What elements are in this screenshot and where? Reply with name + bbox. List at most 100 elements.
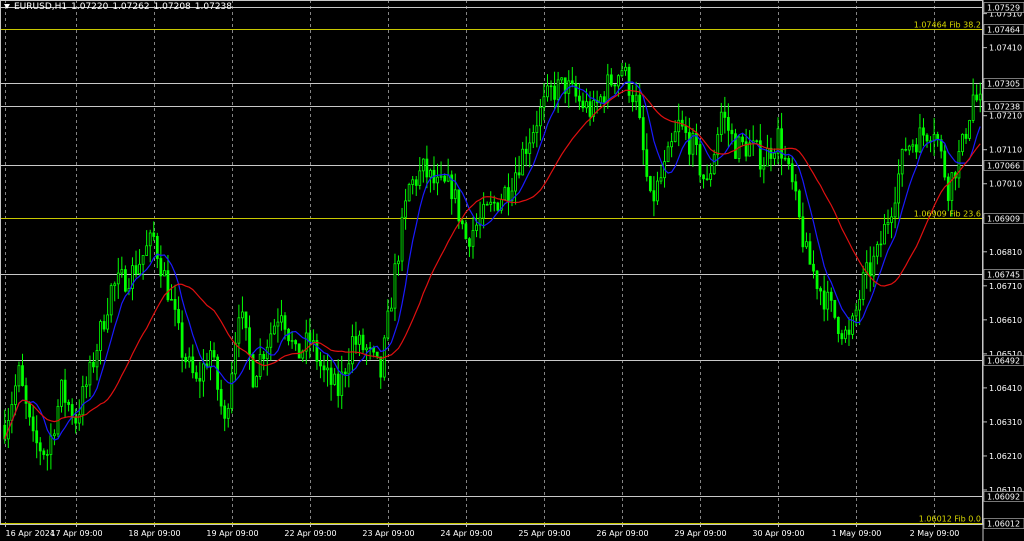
candle-body-bull	[886, 222, 890, 225]
candle-body-bear	[627, 66, 631, 96]
candle-body-bear	[464, 223, 468, 240]
candle-body-bear	[574, 83, 578, 97]
candle-body-bull	[397, 260, 400, 265]
candle-body-bull	[326, 367, 329, 371]
candle	[503, 185, 507, 201]
candle-body-bull	[109, 285, 113, 316]
candle-body-bear	[808, 241, 812, 265]
high-value: 1.07262	[112, 2, 150, 12]
candle-body-bear	[67, 401, 70, 405]
candle	[734, 128, 737, 159]
candle-body-bull	[407, 184, 411, 202]
candle-body-bear	[868, 262, 872, 277]
candle	[407, 182, 411, 202]
candle-body-bull	[148, 232, 152, 247]
candle-body-bull	[539, 107, 542, 127]
candle-body-bull	[773, 152, 776, 159]
candle-body-bull	[404, 200, 407, 218]
candle-body-bull	[106, 314, 110, 330]
candle-body-bear	[354, 336, 358, 345]
candle-body-bull	[45, 454, 49, 456]
candle-body-bull	[712, 154, 716, 175]
candle-body-bear	[581, 100, 585, 109]
candle-body-bull	[709, 173, 713, 180]
candle-body-bull	[851, 315, 854, 335]
candle-body-bear	[297, 343, 301, 359]
candle-body-bull	[116, 272, 120, 285]
price-chart[interactable]: 1.075101.074101.073101.072101.071101.070…	[0, 0, 1024, 541]
candle-body-bear	[790, 163, 794, 183]
candle-body-bull	[748, 142, 752, 157]
candle-body-bull	[854, 309, 858, 317]
candle-body-bull	[88, 361, 92, 386]
candle-body-bear	[457, 189, 461, 222]
candle-body-bear	[645, 149, 649, 177]
candle-body-bull	[957, 151, 961, 179]
candle-body-bull	[77, 414, 81, 424]
candle-body-bull	[893, 202, 897, 218]
candle-body-bear	[212, 350, 216, 358]
low-value: 1.07208	[153, 2, 191, 12]
candle-body-bull	[521, 148, 525, 176]
candle-body-bear	[102, 321, 106, 330]
candle	[797, 189, 801, 220]
candle-body-bull	[971, 94, 975, 121]
candle-body-bear	[702, 174, 705, 180]
candle-body-bull	[978, 93, 982, 101]
candle-body-bull	[163, 270, 166, 277]
candle-body-bear	[815, 270, 819, 289]
candle-body-bear	[578, 95, 581, 102]
price-axis-label: 1.07010	[989, 180, 1022, 189]
candle-body-bear	[840, 333, 844, 340]
candle-body-bear	[180, 322, 184, 358]
candle-body-bull	[400, 216, 404, 262]
candle-body-bull	[861, 272, 865, 300]
candle-body-bear	[730, 129, 734, 135]
candle-body-bear	[553, 85, 556, 100]
candle-body-bear	[248, 327, 251, 355]
level-price-label: 1.07066	[987, 162, 1020, 171]
candle-body-bull	[233, 342, 237, 375]
candle-body-bear	[744, 141, 748, 157]
candle-body-bear	[723, 111, 727, 118]
candle-body-bull	[872, 255, 876, 277]
time-axis-label: 17 Apr 09:00	[50, 529, 102, 538]
candle-body-bull	[858, 299, 862, 311]
candle-body-bull	[439, 175, 443, 178]
candle-body-bull	[471, 230, 475, 247]
candle-body-bear	[21, 365, 24, 387]
time-axis-label: 19 Apr 09:00	[206, 529, 258, 538]
candle-body-bull	[368, 347, 372, 349]
candle-body-bear	[152, 232, 156, 237]
candle-body-bear	[134, 265, 138, 275]
candle-body-bear	[216, 356, 219, 390]
candle-body-bear	[329, 367, 333, 385]
candle-body-bull	[514, 172, 517, 192]
price-axis-label: 1.07110	[989, 146, 1022, 155]
candle	[648, 175, 652, 193]
candle-body-bull	[716, 134, 720, 156]
chart-window[interactable]: 1.075101.074101.073101.072101.071101.070…	[0, 0, 1024, 541]
candle-body-bear	[801, 216, 805, 248]
candle-body-bull	[418, 170, 422, 186]
collapse-triangle-icon[interactable]	[4, 4, 10, 9]
candle-body-bull	[879, 243, 883, 246]
candle-body-bear	[549, 85, 553, 88]
candle-body-bear	[822, 290, 826, 310]
level-price-label: 1.06092	[987, 493, 1020, 502]
candle-body-bull	[666, 146, 670, 163]
candle-body-bull	[340, 371, 344, 396]
candle-body-bear	[638, 94, 642, 119]
candle-body-bull	[755, 140, 759, 142]
candle-body-bear	[92, 361, 95, 368]
candle-body-bull	[560, 77, 564, 81]
candle-body-bull	[60, 379, 63, 407]
candle-body-bull	[255, 376, 258, 388]
candle-body-bear	[460, 220, 464, 225]
candle-body-bull	[311, 340, 315, 343]
candle-body-bear	[698, 144, 702, 176]
level-price-label: 1.06492	[987, 357, 1020, 366]
candle-body-bull	[138, 263, 141, 275]
price-axis-label: 1.07210	[989, 112, 1022, 121]
time-axis-label: 26 Apr 09:00	[596, 529, 648, 538]
